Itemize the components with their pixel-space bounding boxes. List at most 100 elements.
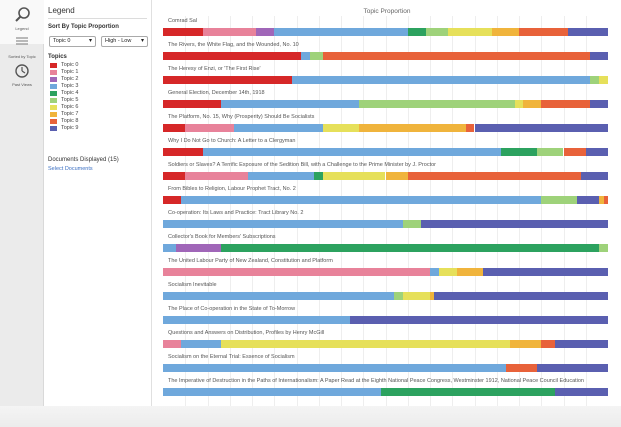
bar-segment-topic-3[interactable] xyxy=(292,76,591,84)
bar-segment-topic-9[interactable] xyxy=(474,124,608,132)
bar-segment-topic-1[interactable] xyxy=(163,268,430,276)
bar-segment-topic-8[interactable] xyxy=(407,172,582,180)
history-rail-button[interactable]: Past Views xyxy=(0,56,44,100)
bar-segment-topic-5[interactable] xyxy=(403,220,422,228)
document-title[interactable]: From Bibles to Religion, Labour Prophet … xyxy=(168,186,613,193)
document-title[interactable]: Soldiers or Slaves? A Terrific Exposure … xyxy=(168,162,613,169)
bar-segment-topic-3[interactable] xyxy=(163,316,350,324)
document-title[interactable]: Socialism on the Eternal Trial: Essence … xyxy=(168,354,613,361)
bar-segment-topic-5[interactable] xyxy=(536,148,564,156)
sort-topic-select[interactable]: Topic 0 ▾ xyxy=(49,36,96,47)
bar-segment-topic-5[interactable] xyxy=(541,196,577,204)
document-title[interactable]: Collector's Book for Members' Subscripti… xyxy=(168,234,613,241)
bar-segment-topic-9[interactable] xyxy=(434,292,608,300)
bar-segment-topic-3[interactable] xyxy=(163,220,404,228)
document-row[interactable]: The Imperative of Destruction in the Pat… xyxy=(163,378,608,399)
bar-segment-topic-3[interactable] xyxy=(220,100,359,108)
document-title[interactable]: The Place of Co-operation in the State o… xyxy=(168,306,613,313)
bar-segment-topic-9[interactable] xyxy=(590,100,608,108)
bar-segment-topic-4[interactable] xyxy=(314,172,324,180)
bar-segment-topic-7[interactable] xyxy=(358,124,466,132)
bar-segment-topic-6[interactable] xyxy=(403,292,430,300)
document-title[interactable]: Co-operation: Its Laws and Practice: Tra… xyxy=(168,210,613,217)
bar-segment-topic-9[interactable] xyxy=(554,388,608,396)
document-title[interactable]: The Heresy of Enzi, or 'The First Rise' xyxy=(168,66,613,73)
bar-segment-topic-3[interactable] xyxy=(234,124,324,132)
bar-segment-topic-3[interactable] xyxy=(274,28,408,36)
document-title[interactable]: The Rivers, the White Flag, and the Woun… xyxy=(168,42,613,49)
bar-segment-topic-8[interactable] xyxy=(563,148,586,156)
bar-segment-topic-3[interactable] xyxy=(163,292,395,300)
document-row[interactable]: General Election, December 14th, 1918 xyxy=(163,90,608,111)
topic-proportion-bar[interactable] xyxy=(163,244,608,252)
bar-segment-topic-2[interactable] xyxy=(256,28,275,36)
document-title[interactable]: The Platform, No. 15, Why (Prosperity) S… xyxy=(168,114,613,121)
document-row[interactable]: Comrad Sal xyxy=(163,18,608,39)
bar-segment-topic-5[interactable] xyxy=(394,292,404,300)
bar-segment-topic-6[interactable] xyxy=(514,100,524,108)
bar-segment-topic-9[interactable] xyxy=(576,196,600,204)
bar-segment-topic-0[interactable] xyxy=(163,148,204,156)
bar-segment-topic-3[interactable] xyxy=(203,148,502,156)
bar-segment-topic-0[interactable] xyxy=(163,172,186,180)
bar-segment-topic-1[interactable] xyxy=(185,124,235,132)
bar-segment-topic-7[interactable] xyxy=(492,28,519,36)
bar-segment-topic-5[interactable] xyxy=(358,100,515,108)
topic-proportion-bar[interactable] xyxy=(163,100,608,108)
bar-segment-topic-6[interactable] xyxy=(447,28,493,36)
bar-segment-topic-7[interactable] xyxy=(456,268,484,276)
bar-segment-topic-6[interactable] xyxy=(323,124,359,132)
bar-segment-topic-9[interactable] xyxy=(585,148,608,156)
document-title[interactable]: General Election, December 14th, 1918 xyxy=(168,90,613,97)
topic-proportion-bar[interactable] xyxy=(163,340,608,348)
topic-proportion-bar[interactable] xyxy=(163,316,608,324)
document-title[interactable]: The Imperative of Destruction in the Pat… xyxy=(168,378,613,385)
bar-segment-topic-5[interactable] xyxy=(425,28,448,36)
document-row[interactable]: Co-operation: Its Laws and Practice: Tra… xyxy=(163,210,608,231)
bar-segment-topic-9[interactable] xyxy=(483,268,608,276)
document-row[interactable]: Collector's Book for Members' Subscripti… xyxy=(163,234,608,255)
document-row[interactable]: The Place of Co-operation in the State o… xyxy=(163,306,608,327)
document-row[interactable]: Socialism on the Eternal Trial: Essence … xyxy=(163,354,608,375)
bar-segment-topic-5[interactable] xyxy=(309,52,324,60)
bar-segment-topic-0[interactable] xyxy=(163,196,181,204)
document-title[interactable]: Questions and Answers on Distribution, P… xyxy=(168,330,613,337)
bar-segment-topic-8[interactable] xyxy=(541,340,555,348)
bar-segment-topic-9[interactable] xyxy=(421,220,608,228)
document-row[interactable]: Questions and Answers on Distribution, P… xyxy=(163,330,608,351)
topic-proportion-bar[interactable] xyxy=(163,292,608,300)
bar-segment-topic-9[interactable] xyxy=(567,28,608,36)
bar-segment-topic-9[interactable] xyxy=(536,364,608,372)
bar-segment-topic-0[interactable] xyxy=(163,100,221,108)
bar-segment-topic-8[interactable] xyxy=(519,28,568,36)
bar-segment-topic-8[interactable] xyxy=(541,100,591,108)
document-row[interactable]: Why I Do Not Go to Church: A Letter to a… xyxy=(163,138,608,159)
bar-segment-topic-7[interactable] xyxy=(523,100,542,108)
bar-segment-topic-1[interactable] xyxy=(185,172,248,180)
document-title[interactable]: Socialism Inevitable xyxy=(168,282,613,289)
topic-proportion-bar[interactable] xyxy=(163,268,608,276)
topic-proportion-bar[interactable] xyxy=(163,364,608,372)
bar-segment-topic-3[interactable] xyxy=(163,244,177,252)
bar-segment-topic-3[interactable] xyxy=(247,172,315,180)
bar-segment-topic-6[interactable] xyxy=(220,340,511,348)
bar-segment-topic-5[interactable] xyxy=(590,76,600,84)
topic-proportion-bar[interactable] xyxy=(163,28,608,36)
topic-proportion-bar[interactable] xyxy=(163,148,608,156)
bar-segment-topic-4[interactable] xyxy=(220,244,600,252)
sort-order-select[interactable]: High - Low ▾ xyxy=(101,36,148,47)
topic-proportion-bar[interactable] xyxy=(163,52,608,60)
topic-proportion-bar[interactable] xyxy=(163,172,608,180)
bar-segment-topic-4[interactable] xyxy=(381,388,555,396)
bar-segment-topic-8[interactable] xyxy=(323,52,591,60)
topic-proportion-bar[interactable] xyxy=(163,124,608,132)
bar-segment-topic-3[interactable] xyxy=(163,364,506,372)
bar-segment-topic-2[interactable] xyxy=(176,244,221,252)
document-title[interactable]: Why I Do Not Go to Church: A Letter to a… xyxy=(168,138,613,145)
bar-segment-topic-9[interactable] xyxy=(590,52,608,60)
document-row[interactable]: Socialism Inevitable xyxy=(163,282,608,303)
document-title[interactable]: The United Labour Party of New Zealand, … xyxy=(168,258,613,265)
bar-segment-topic-7[interactable] xyxy=(510,340,542,348)
bar-segment-topic-9[interactable] xyxy=(581,172,608,180)
bar-segment-topic-6[interactable] xyxy=(599,76,608,84)
